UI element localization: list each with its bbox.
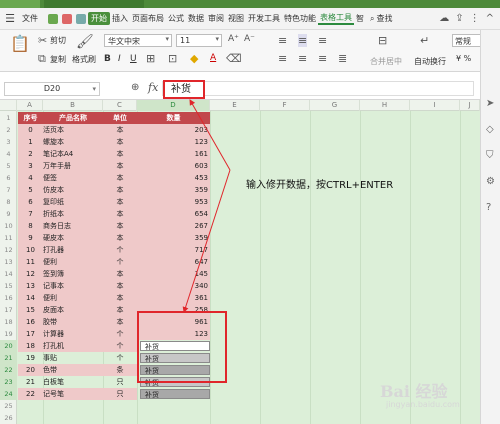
help-icon[interactable]: ? — [486, 202, 491, 213]
annotation-arrows — [182, 99, 231, 313]
filter-icon[interactable]: ⛉ — [486, 150, 494, 161]
collapse-icon[interactable]: ^ — [486, 13, 494, 24]
shapes-icon[interactable]: ◇ — [486, 124, 494, 135]
arrow-to-formula — [189, 99, 231, 171]
side-panel: ➤ ◇ ⛉ ⚙ ? — [480, 30, 500, 424]
baidu-watermark-url: jingyan.baidu.com — [386, 400, 460, 409]
arrow-to-cells — [182, 169, 231, 313]
baidu-watermark: Bai 经验 — [380, 382, 448, 401]
pointer-icon[interactable]: ➤ — [486, 98, 494, 109]
settings-icon[interactable]: ⚙ — [486, 176, 495, 187]
annotation-text: 输入修开数据，按CTRL+ENTER — [246, 180, 394, 191]
